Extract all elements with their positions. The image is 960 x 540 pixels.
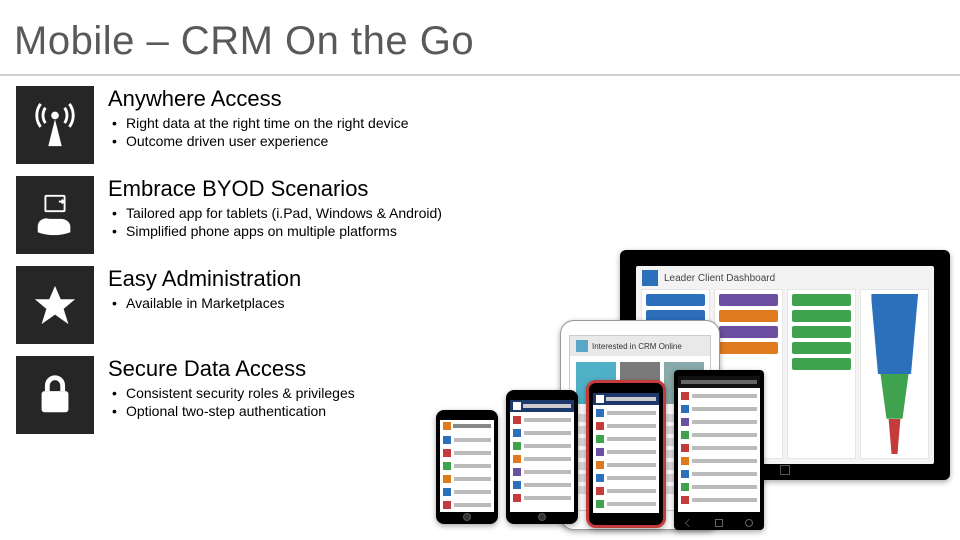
hand-device-icon: [16, 176, 94, 254]
feature-row-anywhere: Anywhere Access Right data at the right …: [16, 86, 556, 164]
phone-home-button: [538, 513, 546, 521]
feature-heading: Easy Administration: [108, 266, 301, 292]
feature-bullets: Consistent security roles & privileges O…: [108, 384, 355, 420]
feature-bullets: Right data at the right time on the righ…: [108, 114, 409, 150]
page-title: Mobile – CRM On the Go: [14, 19, 474, 64]
phone-nav-buttons: [674, 519, 764, 527]
ipad-title: Interested in CRM Online: [592, 342, 682, 351]
feature-bullets: Available in Marketplaces: [108, 294, 301, 312]
phone-device-2: [506, 390, 578, 524]
phone-device-1: [436, 410, 498, 524]
phone-device-4: [674, 370, 764, 530]
feature-heading: Anywhere Access: [108, 86, 409, 112]
bullet: Consistent security roles & privileges: [112, 384, 355, 402]
star-icon: [16, 266, 94, 344]
bullet: Outcome driven user experience: [112, 132, 409, 150]
phone-device-3: [586, 380, 666, 528]
device-cluster: Leader Client Dashboard: [430, 250, 950, 530]
phone-home-button: [463, 513, 471, 521]
feature-heading: Secure Data Access: [108, 356, 355, 382]
bullet: Right data at the right time on the righ…: [112, 114, 409, 132]
feature-text: Embrace BYOD Scenarios Tailored app for …: [94, 176, 442, 240]
feature-bullets: Tailored app for tablets (i.Pad, Windows…: [108, 204, 442, 240]
tablet-title: Leader Client Dashboard: [664, 273, 775, 284]
title-bar: Mobile – CRM On the Go: [0, 0, 960, 74]
bullet: Available in Marketplaces: [112, 294, 301, 312]
bullet: Optional two-step authentication: [112, 402, 355, 420]
lock-icon: [16, 356, 94, 434]
feature-text: Anywhere Access Right data at the right …: [94, 86, 409, 150]
bullet: Tailored app for tablets (i.Pad, Windows…: [112, 204, 442, 222]
feature-heading: Embrace BYOD Scenarios: [108, 176, 442, 202]
bullet: Simplified phone apps on multiple platfo…: [112, 222, 442, 240]
antenna-icon: [16, 86, 94, 164]
title-rule: [0, 74, 960, 76]
feature-row-byod: Embrace BYOD Scenarios Tailored app for …: [16, 176, 556, 254]
feature-text: Secure Data Access Consistent security r…: [94, 356, 355, 420]
tablet-home-button: [780, 465, 790, 475]
feature-text: Easy Administration Available in Marketp…: [94, 266, 301, 312]
